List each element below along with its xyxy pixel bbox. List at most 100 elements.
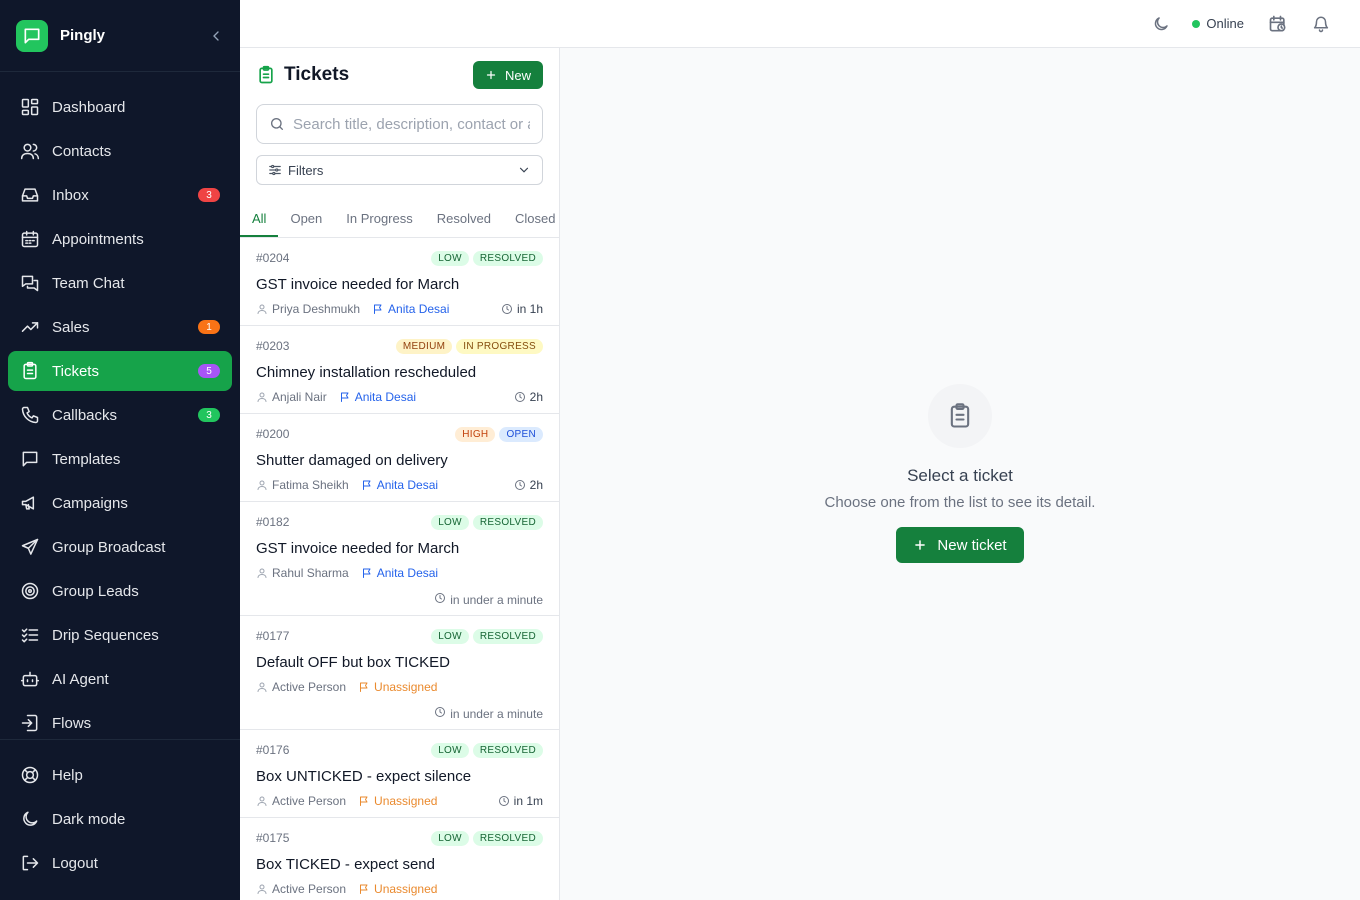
megaphone-icon (21, 496, 35, 510)
flag-icon (362, 568, 371, 578)
clock-icon (514, 392, 525, 402)
tab-in-progress[interactable]: In Progress (334, 202, 424, 237)
ticket-list-item[interactable]: #0200 HIGH OPEN Shutter damaged on delivery… (240, 414, 559, 502)
priority-badge: LOW (431, 742, 469, 758)
sidebar-item-drip-sequences[interactable]: Drip Sequences (8, 615, 232, 655)
status-badge: RESOLVED (472, 628, 543, 644)
search-box (256, 104, 543, 144)
sidebar-item-label: Group Broadcast (52, 538, 166, 556)
sidebar-item-label: Campaigns (52, 494, 128, 512)
sidebar-item-dashboard[interactable]: Dashboard (8, 87, 232, 127)
flag-icon (360, 884, 368, 894)
inbox-icon (21, 188, 39, 202)
ticket-title: GST invoice needed for March (256, 540, 460, 557)
ticket-time: 2h (514, 478, 543, 492)
contact-name: Anjali Nair (272, 390, 327, 404)
user-icon (257, 682, 267, 692)
sidebar-item-group-broadcast[interactable]: Group Broadcast (8, 527, 232, 567)
calendar-icon (21, 230, 39, 248)
sidebar-item-contacts[interactable]: Contacts (8, 131, 232, 171)
sidebar-item-appointments[interactable]: Appointments (8, 219, 232, 259)
page-title: Tickets (284, 64, 350, 85)
status-badge: RESOLVED (472, 742, 543, 758)
ticket-time: 2h (514, 390, 543, 404)
contact-name: Active Person (272, 794, 347, 808)
search-input[interactable] (293, 115, 530, 133)
clipboard-icon (23, 361, 37, 380)
ticket-title: Chimney installation rescheduled (256, 364, 477, 381)
sidebar-item-ai-agent[interactable]: AI Agent (8, 659, 232, 699)
user-icon (257, 392, 267, 402)
flag-icon (362, 480, 371, 490)
ticket-list-item[interactable]: #0175 LOW RESOLVED Box TICKED - expect send… (240, 818, 559, 900)
plus-icon (486, 70, 496, 80)
priority-badge: LOW (431, 514, 469, 530)
ticket-list-item[interactable]: #0203 MEDIUM IN PROGRESS Chimney installati… (240, 326, 559, 414)
contact-name: Rahul Sharma (272, 566, 349, 580)
collapse-sidebar-icon[interactable] (208, 28, 224, 44)
ticket-title: Box UNTICKED - expect silence (256, 768, 472, 785)
sidebar-item-label: Templates (52, 450, 121, 468)
messages-icon (21, 275, 39, 292)
priority-badge: MEDIUM (395, 338, 453, 354)
ticket-list-item[interactable]: #0182 LOW RESOLVED GST invoice needed for M… (240, 502, 559, 616)
status-label: Online (1206, 16, 1244, 31)
tab-all[interactable]: All (240, 202, 279, 237)
trending-up-icon (21, 322, 39, 332)
ticket-contact: Fatima Sheikh (256, 478, 349, 492)
sidebar-item-dark-mode[interactable]: Dark mode (8, 799, 232, 839)
sidebar-item-sales[interactable]: Sales 1 (8, 307, 232, 347)
sidebar-item-callbacks[interactable]: Callbacks 3 (8, 395, 232, 435)
bell-icon[interactable] (1312, 15, 1330, 33)
ticket-assignee: Unassigned (358, 882, 437, 896)
ticket-assignee: Anita Desai (339, 390, 416, 404)
assignee-name: Anita Desai (354, 390, 417, 404)
bot-icon (20, 671, 40, 687)
sidebar-item-label: Callbacks (52, 406, 118, 424)
status-badge: RESOLVED (472, 830, 543, 846)
assignee-name: Anita Desai (376, 566, 439, 580)
ticket-list: #0204 LOW RESOLVED GST invoice needed for M… (240, 238, 559, 900)
phone-icon (21, 406, 39, 424)
tab-open[interactable]: Open (278, 202, 334, 237)
ticket-title: Box TICKED - expect send (256, 856, 435, 873)
theme-toggle-moon-icon[interactable] (1152, 15, 1170, 33)
message-square-icon (22, 451, 38, 467)
calendar-clock-icon[interactable] (1268, 14, 1288, 34)
ticket-time-text: in 1h (516, 302, 543, 316)
new-ticket-button[interactable]: New (472, 61, 543, 89)
sidebar-item-templates[interactable]: Templates (8, 439, 232, 479)
sidebar-item-inbox[interactable]: Inbox 3 (8, 175, 232, 215)
ticket-assignee: Anita Desai (361, 566, 438, 580)
sidebar-item-team-chat[interactable]: Team Chat (8, 263, 232, 303)
filters-label: Filters (288, 162, 324, 178)
sidebar-item-flows[interactable]: Flows (8, 703, 232, 743)
sidebar-item-label: Tickets (52, 362, 99, 380)
tab-closed[interactable]: Closed (503, 202, 559, 237)
sidebar-item-tickets[interactable]: Tickets 5 (8, 351, 232, 391)
contact-name: Active Person (272, 680, 347, 694)
sidebar-item-campaigns[interactable]: Campaigns (8, 483, 232, 523)
sidebar-item-help[interactable]: Help (8, 755, 232, 795)
ticket-list-item[interactable]: #0177 LOW RESOLVED Default OFF but box TICK… (240, 616, 559, 730)
ticket-contact: Active Person (256, 680, 346, 694)
ticket-list-item[interactable]: #0204 LOW RESOLVED GST invoice needed for M… (240, 238, 559, 326)
online-status[interactable]: Online (1192, 16, 1244, 31)
sidebar-item-label: Help (52, 766, 83, 784)
ticket-number: #0177 (256, 629, 290, 643)
ticket-contact: Anjali Nair (256, 390, 327, 404)
ticket-time: in 1h (501, 302, 543, 316)
ticket-list-item[interactable]: #0176 LOW RESOLVED Box UNTICKED - expect si… (240, 730, 559, 818)
ticket-title: GST invoice needed for March (256, 276, 460, 293)
sidebar-item-label: Team Chat (52, 274, 125, 292)
filters-dropdown[interactable]: Filters (256, 155, 543, 185)
sidebar-item-group-leads[interactable]: Group Leads (8, 571, 232, 611)
tab-resolved[interactable]: Resolved (425, 202, 503, 237)
chevron-down-icon (517, 163, 531, 177)
sidebar-item-logout[interactable]: Logout (8, 843, 232, 883)
search-icon (269, 116, 285, 132)
new-ticket-cta-button[interactable]: New ticket (896, 527, 1024, 563)
count-badge: 3 (198, 408, 220, 422)
assignee-name: Anita Desai (376, 478, 439, 492)
help-buoy-icon (21, 766, 39, 784)
